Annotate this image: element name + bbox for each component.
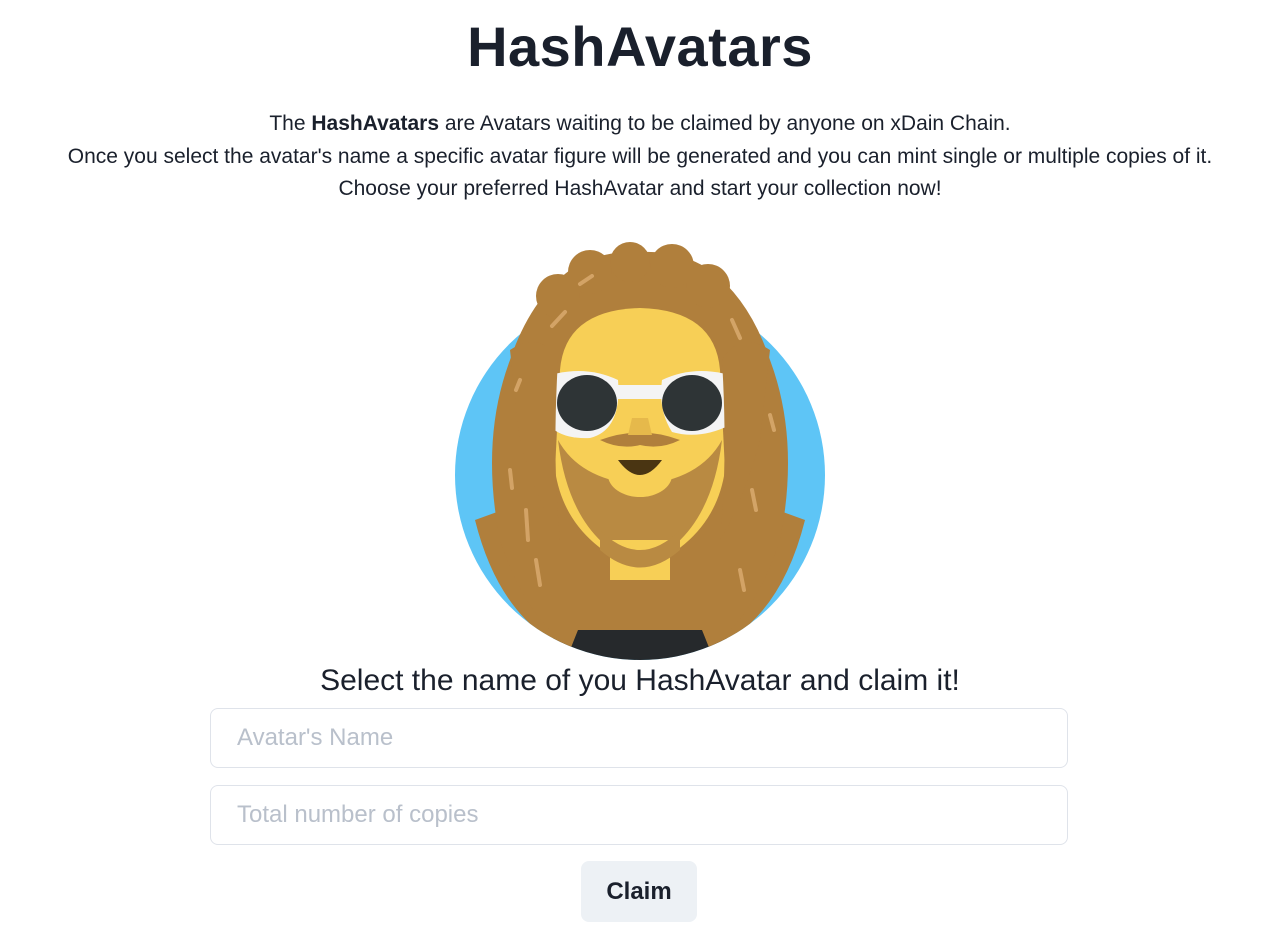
intro-line-2: Once you select the avatar's name a spec… [67,144,1213,168]
intro-brand-name: HashAvatars [311,112,440,135]
intro-text: The HashAvatars are Avatars waiting to b… [0,108,1280,206]
intro-line-3: Choose your preferred HashAvatar and sta… [338,177,942,200]
avatar-image [440,240,840,670]
page: HashAvatars The HashAvatars are Avatars … [0,0,1280,940]
claim-button[interactable]: Claim [581,861,697,922]
claim-prompt: Select the name of you HashAvatar and cl… [320,664,960,697]
avatar-name-input[interactable] [210,708,1068,768]
copies-count-input[interactable] [210,785,1068,845]
intro-line-1: The HashAvatars are Avatars waiting to b… [0,108,1280,141]
avatar-illustration-icon [455,242,825,660]
page-title: HashAvatars [467,15,813,78]
intro-line-1-suffix: are Avatars waiting to be claimed by any… [439,112,1011,135]
intro-line-1-prefix: The [269,112,312,135]
